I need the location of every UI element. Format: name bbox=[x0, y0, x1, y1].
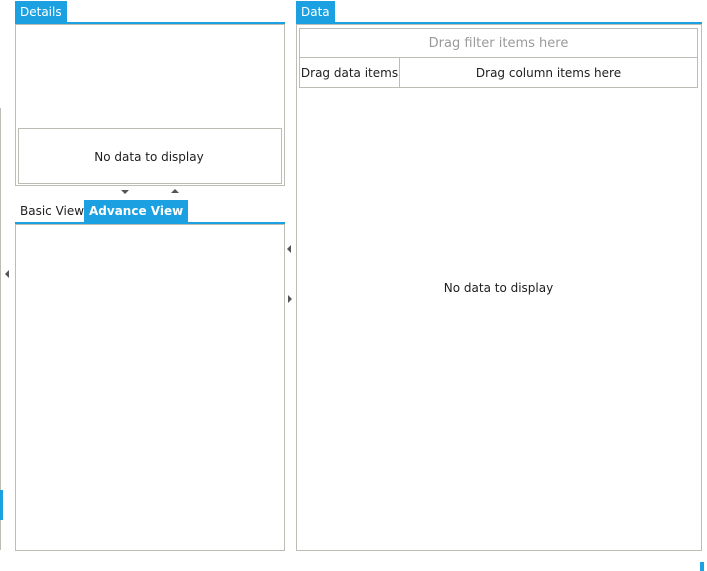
filter-drop-zone[interactable]: Drag filter items here bbox=[299, 28, 698, 58]
left-edge-divider bbox=[0, 108, 1, 550]
tab-basic-view[interactable]: Basic View bbox=[15, 200, 89, 222]
splitter-up-arrow-icon[interactable] bbox=[171, 189, 179, 193]
collapse-left-arrow-icon[interactable] bbox=[5, 270, 9, 278]
left-edge-accent-strip bbox=[0, 490, 3, 520]
advance-view-panel bbox=[15, 224, 285, 551]
splitter-left-arrow-icon[interactable] bbox=[287, 245, 291, 253]
details-empty-message: No data to display bbox=[94, 150, 204, 164]
splitter-right-arrow-icon[interactable] bbox=[288, 295, 292, 303]
splitter-down-arrow-icon[interactable] bbox=[121, 190, 129, 194]
tab-details[interactable]: Details bbox=[15, 1, 67, 23]
column-items-drop-zone[interactable]: Drag column items here bbox=[399, 57, 698, 88]
data-empty-message: No data to display bbox=[443, 281, 554, 295]
tab-advance-view[interactable]: Advance View bbox=[84, 200, 189, 222]
data-items-drop-zone[interactable]: Drag data items bbox=[299, 57, 400, 88]
tab-data[interactable]: Data bbox=[296, 1, 335, 23]
corner-accent bbox=[700, 562, 704, 571]
